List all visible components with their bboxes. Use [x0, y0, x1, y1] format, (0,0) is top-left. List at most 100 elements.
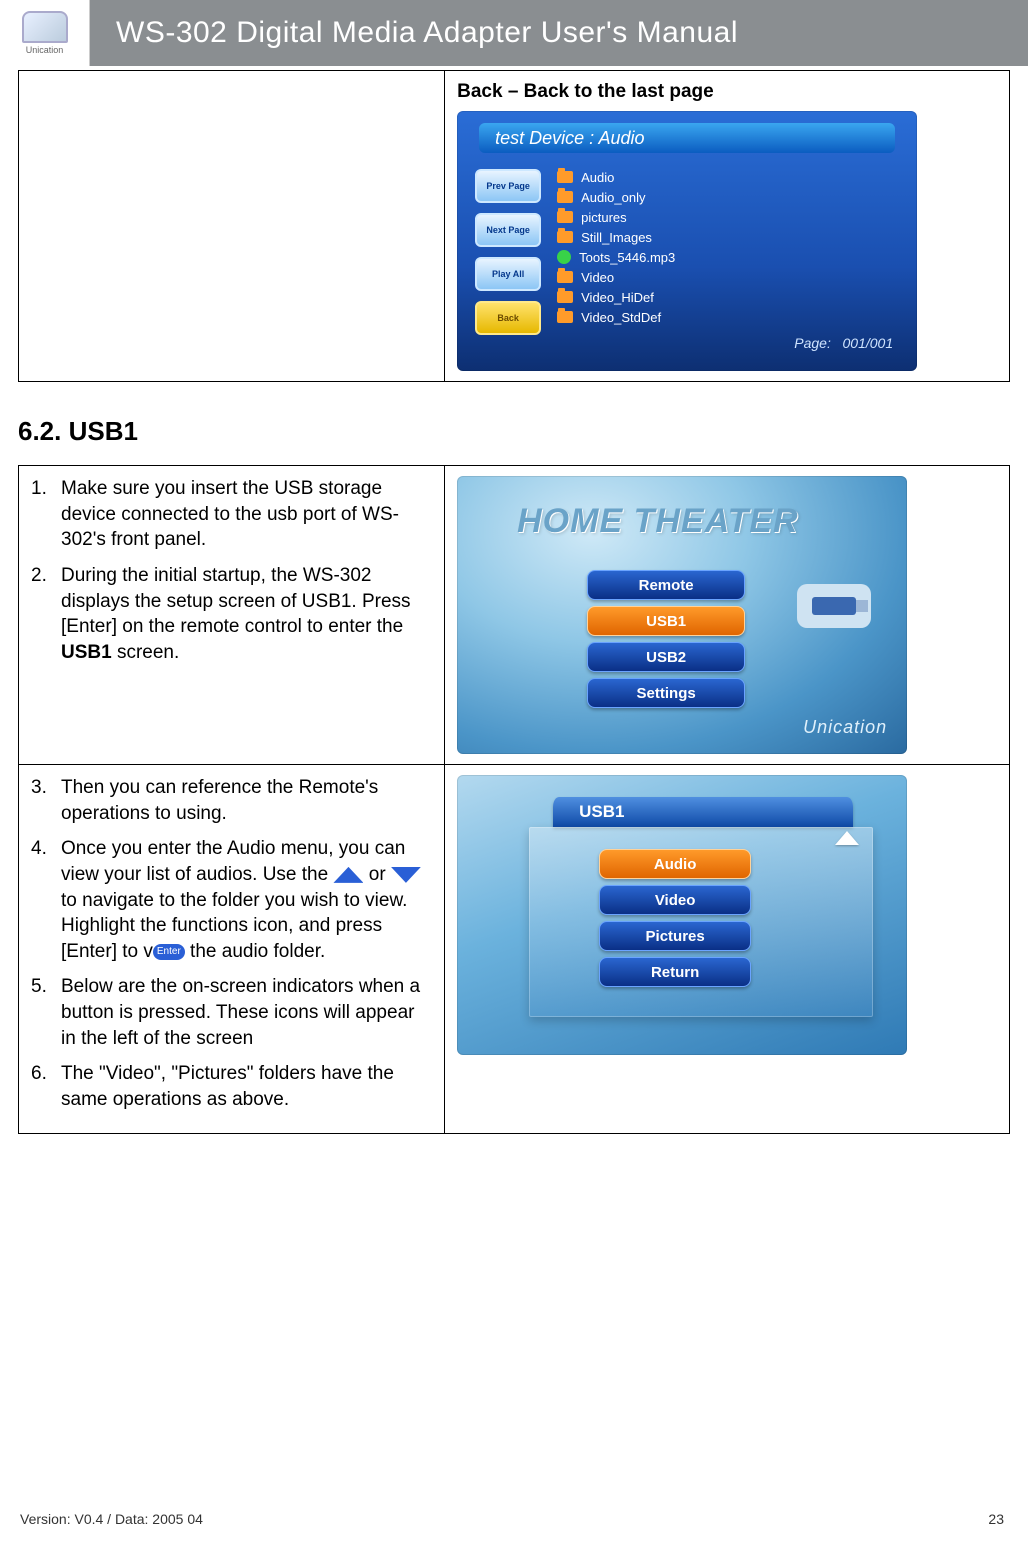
usb1-row2-text: 3. Then you can reference the Remote's o…: [19, 765, 445, 1134]
usb1-row1-text: 1. Make sure you insert the USB storage …: [19, 466, 445, 765]
step-text: Once you enter the Audio menu, you can v…: [61, 836, 432, 964]
steps-list-1: 1. Make sure you insert the USB storage …: [31, 476, 432, 665]
pager: Page: 001/001: [794, 335, 893, 351]
back-label: Back: [497, 313, 519, 323]
shot1-side-buttons: Prev Page Next Page Play All Back: [475, 169, 541, 345]
menu-usb2[interactable]: USB2: [587, 642, 745, 672]
chevron-up-icon: [835, 831, 859, 845]
submenu-return[interactable]: Return: [599, 957, 751, 987]
menu-remote[interactable]: Remote: [587, 570, 745, 600]
usb1-row1-shot: HOME THEATER Remote USB1 USB2 Settings U…: [445, 466, 1010, 765]
folder-icon: [557, 291, 573, 303]
shot1-filelist: Audio Audio_only pictures Still_Images T…: [557, 167, 675, 327]
submenu-audio[interactable]: Audio: [599, 849, 751, 879]
usb1-row2-shot: USB1 Audio Video Pictures Return: [445, 765, 1010, 1134]
top-table: Back – Back to the last page test Device…: [18, 70, 1010, 382]
folder-icon: [557, 211, 573, 223]
prev-page-button[interactable]: Prev Page: [475, 169, 541, 203]
step-number: 6.: [31, 1061, 61, 1112]
shot1-title: test Device : Audio: [479, 123, 895, 153]
top-right-cell: Back – Back to the last page test Device…: [445, 71, 1010, 382]
step-number: 2.: [31, 563, 61, 666]
arrow-down-icon: [391, 867, 421, 883]
menu-settings[interactable]: Settings: [587, 678, 745, 708]
list-item[interactable]: Still_Images: [557, 227, 675, 247]
screenshot-usb1-submenu: USB1 Audio Video Pictures Return: [457, 775, 907, 1055]
folder-icon: [557, 171, 573, 183]
list-item[interactable]: Audio: [557, 167, 675, 187]
step-text: The "Video", "Pictures" folders have the…: [61, 1061, 432, 1112]
step-number: 4.: [31, 836, 61, 964]
menu-usb1[interactable]: USB1: [587, 606, 745, 636]
step-text: Then you can reference the Remote's oper…: [61, 775, 432, 826]
logo: Unication: [0, 0, 90, 66]
logo-caption: Unication: [26, 45, 64, 55]
file-name: Video: [581, 270, 614, 285]
usb1-table: 1. Make sure you insert the USB storage …: [18, 465, 1010, 1134]
back-caption: Back – Back to the last page: [457, 81, 997, 103]
next-page-button[interactable]: Next Page: [475, 213, 541, 247]
usb-stick-icon: [797, 584, 871, 628]
play-all-button[interactable]: Play All: [475, 257, 541, 291]
file-name: Audio_only: [581, 190, 645, 205]
submenu-video[interactable]: Video: [599, 885, 751, 915]
step-2: 2. During the initial startup, the WS-30…: [31, 563, 432, 666]
enter-badge-icon: Enter: [153, 944, 185, 960]
page-header: Unication WS-302 Digital Media Adapter U…: [0, 0, 1028, 66]
file-name: pictures: [581, 210, 627, 225]
menu-label: Video: [655, 892, 696, 909]
step-5: 5. Below are the on-screen indicators wh…: [31, 974, 432, 1051]
file-name: Video_HiDef: [581, 290, 654, 305]
menu-label: Audio: [654, 856, 697, 873]
menu-label: Settings: [637, 685, 696, 702]
home-theater-title: HOME THEATER: [517, 502, 798, 541]
step-text-bold: USB1: [61, 642, 112, 663]
home-theater-menu: Remote USB1 USB2 Settings: [587, 570, 745, 714]
page-footer: Version: V0.4 / Data: 2005 04 23: [20, 1511, 1004, 1527]
file-name: Still_Images: [581, 230, 652, 245]
step-number: 1.: [31, 476, 61, 553]
menu-label: USB2: [646, 649, 686, 666]
step-text-post: screen.: [112, 642, 180, 663]
usb-plug-icon: [812, 597, 856, 615]
step-text: Below are the on-screen indicators when …: [61, 974, 432, 1051]
page-number: 23: [988, 1511, 1004, 1527]
list-item[interactable]: Video_StdDef: [557, 307, 675, 327]
folder-icon: [557, 311, 573, 323]
top-left-empty: [19, 71, 445, 382]
step-4: 4. Once you enter the Audio menu, you ca…: [31, 836, 432, 964]
list-item[interactable]: Video: [557, 267, 675, 287]
usb1-submenu: Audio Video Pictures Return: [599, 849, 751, 993]
file-name: Audio: [581, 170, 614, 185]
section-6-2-heading: 6.2. USB1: [18, 416, 1010, 447]
step-3: 3. Then you can reference the Remote's o…: [31, 775, 432, 826]
submenu-pictures[interactable]: Pictures: [599, 921, 751, 951]
brand-label: Unication: [803, 717, 887, 738]
steps-list-2: 3. Then you can reference the Remote's o…: [31, 775, 432, 1113]
list-item[interactable]: Audio_only: [557, 187, 675, 207]
screenshot-home-theater: HOME THEATER Remote USB1 USB2 Settings U…: [457, 476, 907, 754]
step-seg3: [Enter] to vEnter the audio folder.: [61, 941, 325, 962]
step-text: During the initial startup, the WS-302 d…: [61, 563, 432, 666]
arrow-up-icon: [333, 867, 363, 883]
menu-label: Remote: [639, 577, 694, 594]
next-page-label: Next Page: [486, 225, 530, 235]
step-text-pre: During the initial startup, the WS-302 d…: [61, 565, 411, 637]
step-seg2: to navigate to the folder you wish to vi…: [61, 890, 407, 937]
list-item[interactable]: Video_HiDef: [557, 287, 675, 307]
step-number: 3.: [31, 775, 61, 826]
menu-label: USB1: [646, 613, 686, 630]
folder-icon: [557, 231, 573, 243]
folder-icon: [557, 191, 573, 203]
doc-title: WS-302 Digital Media Adapter User's Manu…: [90, 0, 1028, 66]
logo-icon: [22, 11, 68, 43]
usb1-tab: USB1: [553, 797, 853, 827]
step-text: Make sure you insert the USB storage dev…: [61, 476, 432, 553]
list-item[interactable]: Toots_5446.mp3: [557, 247, 675, 267]
file-name: Video_StdDef: [581, 310, 661, 325]
folder-icon: [557, 271, 573, 283]
play-all-label: Play All: [492, 269, 524, 279]
back-button[interactable]: Back: [475, 301, 541, 335]
step-or: or: [369, 864, 391, 885]
list-item[interactable]: pictures: [557, 207, 675, 227]
